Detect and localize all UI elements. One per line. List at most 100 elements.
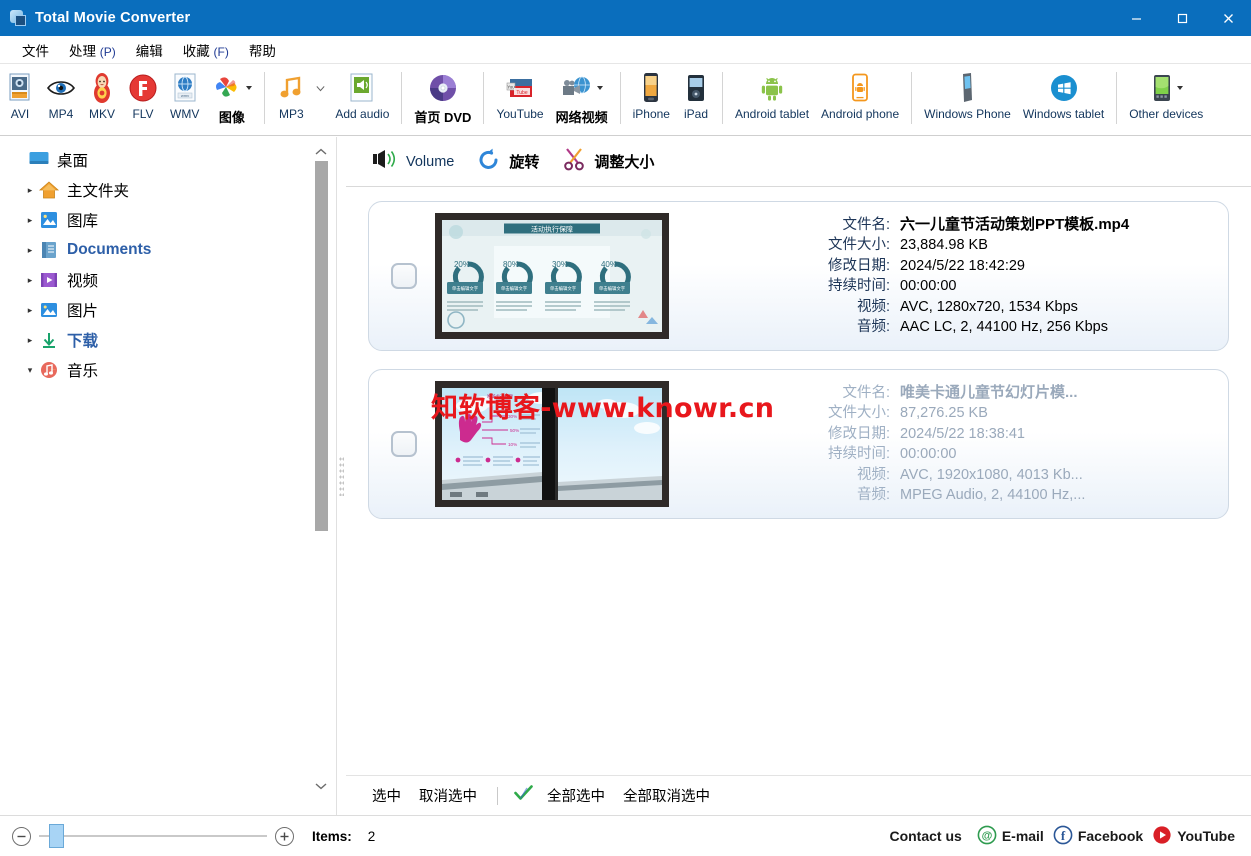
tree-expander[interactable]: ▸ bbox=[22, 305, 38, 316]
toolbar-label: MP3 bbox=[278, 107, 304, 121]
toolbar-button-flv[interactable]: FLV bbox=[122, 68, 164, 121]
sidebar-item-desktop[interactable]: 桌面 bbox=[12, 145, 336, 175]
svg-text:单击编辑文字: 单击编辑文字 bbox=[550, 285, 577, 292]
deselect-link[interactable]: 取消选中 bbox=[415, 783, 481, 808]
toolbar-button-youtube[interactable]: You Tube YouTube bbox=[490, 68, 549, 121]
tree-expander[interactable]: ▾ bbox=[22, 365, 38, 376]
rotate-button[interactable]: 旋转 bbox=[467, 142, 548, 181]
file-checkbox[interactable] bbox=[391, 431, 417, 457]
youtube-link[interactable]: YouTube bbox=[1152, 825, 1235, 848]
maximize-button[interactable] bbox=[1159, 0, 1205, 36]
toolbar-button-web-video[interactable]: 网络视频 bbox=[550, 68, 614, 126]
toolbar-button-dvd[interactable]: 首页 DVD bbox=[408, 68, 477, 126]
svg-text:Tube: Tube bbox=[516, 90, 527, 96]
menu-item-favorites[interactable]: 收藏 (F) bbox=[173, 37, 239, 63]
menu-item-file[interactable]: 文件 bbox=[12, 37, 59, 63]
menu-label: 收藏 bbox=[182, 43, 210, 59]
edit-toolbar: Volume 旋转 调整大小 bbox=[346, 137, 1251, 187]
toolbar-button-wmv[interactable]: wmv WMV bbox=[164, 68, 205, 121]
sidebar-item-home[interactable]: ▸ 主文件夹 bbox=[12, 175, 336, 205]
check-icon bbox=[514, 785, 533, 806]
select-all-link[interactable]: 全部选中 bbox=[543, 783, 609, 808]
toolbar-button-mkv[interactable]: MKV bbox=[82, 68, 122, 121]
toolbar-button-avi[interactable]: AVI bbox=[0, 68, 40, 121]
tree-expander[interactable]: ▸ bbox=[22, 185, 38, 196]
contact-links: Contact us @ E-mail f Facebook YouTube bbox=[889, 825, 1251, 848]
chevron-down-icon[interactable] bbox=[597, 86, 604, 90]
tree-expander[interactable]: ▸ bbox=[22, 215, 38, 226]
email-link[interactable]: @ E-mail bbox=[977, 825, 1044, 848]
zoom-slider[interactable] bbox=[39, 824, 267, 848]
file-card[interactable]: 知软博客-www.knowr.cn 唯美卡通标题 30% 50% 10% 文件名… bbox=[368, 369, 1229, 519]
file-checkbox[interactable] bbox=[391, 263, 417, 289]
toolbar-button-android-phone[interactable]: Android phone bbox=[815, 68, 905, 121]
toolbar-separator bbox=[721, 72, 723, 124]
facebook-link[interactable]: f Facebook bbox=[1053, 825, 1143, 848]
zoom-in-button[interactable] bbox=[275, 826, 294, 846]
toolbar-button-mp3[interactable]: MP3 bbox=[271, 68, 311, 121]
toolbar-button-other-devices[interactable]: Other devices bbox=[1123, 68, 1209, 121]
zoom-control bbox=[0, 824, 294, 848]
close-button[interactable] bbox=[1205, 0, 1251, 36]
toolbar-button-ipad[interactable]: iPad bbox=[676, 68, 716, 121]
splitter-grip[interactable] bbox=[339, 456, 344, 496]
chevron-down-icon[interactable] bbox=[246, 86, 253, 90]
sidebar-item-downloads[interactable]: ▸ 下载 bbox=[12, 325, 336, 355]
sidebar-item-pictures[interactable]: ▸ 图片 bbox=[12, 295, 336, 325]
toolbar-button-windows-phone[interactable]: Windows Phone bbox=[918, 68, 1017, 121]
svg-text:f: f bbox=[1061, 828, 1066, 843]
music-note-icon bbox=[277, 71, 305, 105]
selection-bar: 选中 取消选中 全部选中 全部取消选中 bbox=[346, 775, 1251, 815]
volume-button[interactable]: Volume bbox=[362, 143, 463, 180]
sidebar-item-gallery[interactable]: ▸ 图库 bbox=[12, 205, 336, 235]
selection-divider bbox=[497, 786, 498, 805]
scroll-down-icon[interactable] bbox=[312, 777, 330, 795]
facebook-label: Facebook bbox=[1077, 828, 1144, 844]
menu-item-process[interactable]: 处理 (P) bbox=[59, 37, 126, 63]
toolbar-label: iPad bbox=[683, 107, 708, 121]
meta-value-modified: 2024/5/22 18:38:41 bbox=[900, 425, 1025, 442]
toolbar-button-add-audio[interactable]: Add audio bbox=[329, 68, 395, 121]
tree-expander[interactable]: ▸ bbox=[22, 335, 38, 346]
toolbar-label: 图像 bbox=[218, 110, 245, 125]
menu-item-edit[interactable]: 编辑 bbox=[126, 37, 173, 63]
sidebar-scrollbar[interactable] bbox=[312, 137, 330, 815]
scroll-up-icon[interactable] bbox=[312, 143, 330, 161]
documents-icon bbox=[38, 240, 60, 260]
meta-value-modified: 2024/5/22 18:42:29 bbox=[900, 257, 1025, 274]
select-link[interactable]: 选中 bbox=[368, 783, 405, 808]
toolbar-button-mp3-dropdown[interactable] bbox=[311, 84, 329, 93]
zoom-out-button[interactable] bbox=[12, 826, 31, 846]
svg-text:活动执行保障: 活动执行保障 bbox=[531, 225, 573, 234]
resize-button[interactable]: 调整大小 bbox=[552, 142, 663, 181]
toolbar-button-android-tablet[interactable]: Android tablet bbox=[729, 68, 815, 121]
scrollbar-thumb[interactable] bbox=[315, 161, 328, 531]
toolbar-button-windows-tablet[interactable]: Windows tablet bbox=[1017, 68, 1110, 121]
menu-mnemonic: (F) bbox=[213, 44, 229, 59]
toolbar-button-mp4[interactable]: MP4 bbox=[40, 68, 82, 121]
chevron-down-icon[interactable] bbox=[1176, 86, 1183, 90]
menu-item-help[interactable]: 帮助 bbox=[239, 37, 286, 63]
svg-text:40%: 40% bbox=[601, 260, 617, 269]
panel-splitter[interactable] bbox=[337, 137, 346, 815]
tree-expander[interactable]: ▸ bbox=[22, 275, 38, 286]
toolbar-label: FLV bbox=[132, 107, 154, 121]
svg-text:20%: 20% bbox=[454, 260, 470, 269]
zoom-slider-thumb[interactable] bbox=[49, 824, 64, 848]
chevron-down-icon[interactable] bbox=[316, 84, 325, 93]
deselect-all-link[interactable]: 全部取消选中 bbox=[619, 783, 714, 808]
contact-label: Contact us bbox=[889, 828, 962, 844]
file-card[interactable]: 活动执行保障 20% 80% 30% 40% 单击编辑文字 单击编辑文字 单击编… bbox=[368, 201, 1229, 351]
meta-value-audio: AAC LC, 2, 44100 Hz, 256 Kbps bbox=[900, 319, 1108, 335]
menu-mnemonic: (P) bbox=[99, 44, 116, 59]
svg-text:单击编辑文字: 单击编辑文字 bbox=[452, 285, 479, 292]
minimize-button[interactable] bbox=[1113, 0, 1159, 36]
downloads-icon bbox=[38, 330, 60, 350]
sidebar-item-documents[interactable]: ▸ Documents bbox=[12, 235, 336, 265]
toolbar-button-iphone[interactable]: iPhone bbox=[627, 68, 676, 121]
sidebar-item-videos[interactable]: ▸ 视频 bbox=[12, 265, 336, 295]
toolbar-button-image[interactable]: 图像 bbox=[205, 68, 258, 126]
meta-label-audio: 音频: bbox=[856, 487, 890, 503]
tree-expander[interactable]: ▸ bbox=[22, 245, 38, 256]
sidebar-item-music[interactable]: ▾ 音乐 bbox=[12, 355, 336, 385]
